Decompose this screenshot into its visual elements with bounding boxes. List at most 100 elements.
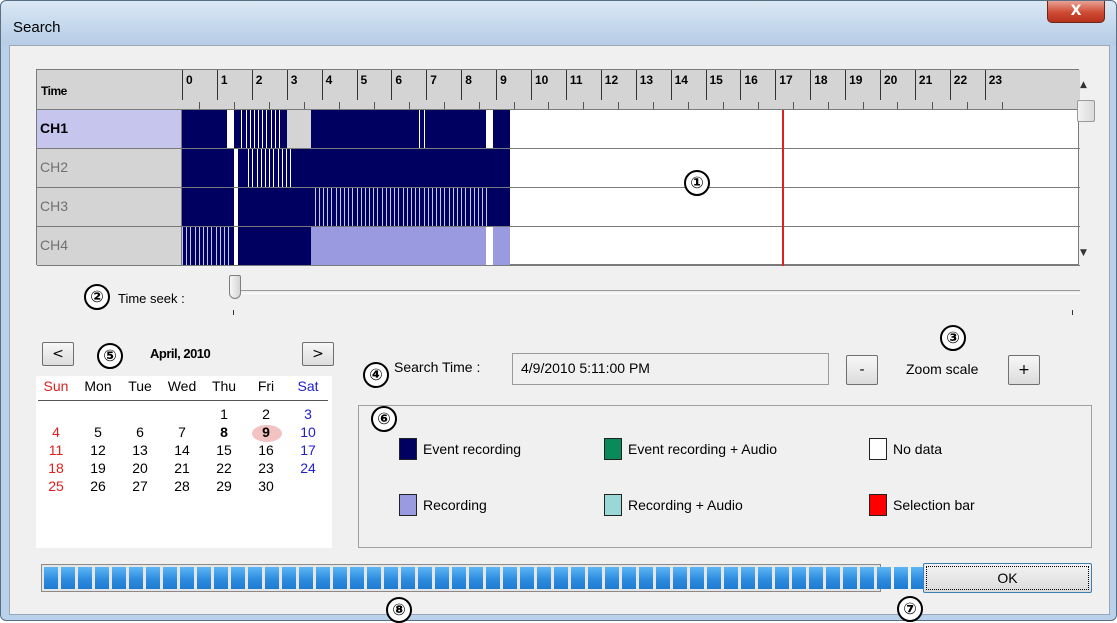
scroll-up-arrow-icon[interactable]: ▲	[1080, 80, 1087, 90]
event-stripe	[252, 149, 254, 187]
hour-label: 9	[500, 73, 507, 87]
channel-label[interactable]: CH2	[37, 149, 182, 187]
callout-4: ④	[363, 362, 389, 388]
calendar-day[interactable]: 17	[288, 442, 328, 458]
next-month-button[interactable]: >	[302, 342, 334, 366]
calendar-day[interactable]: 25	[36, 478, 76, 494]
hour-label: 23	[988, 73, 1003, 87]
callout-2: ②	[84, 284, 110, 310]
calendar-day[interactable]: 20	[120, 460, 160, 476]
hour-tick	[600, 70, 602, 100]
calendar-day[interactable]: 10	[288, 424, 328, 440]
event-stripe	[486, 188, 488, 226]
calendar-day[interactable]: 19	[78, 460, 118, 476]
calendar-day[interactable]: 4	[36, 424, 76, 440]
recording-segment	[311, 188, 490, 226]
event-stripe	[373, 188, 375, 226]
weekday-label: Thu	[211, 378, 237, 394]
calendar-day[interactable]: 7	[162, 424, 202, 440]
time-header-label: Time	[41, 84, 67, 98]
channel-row[interactable]: CH1	[37, 110, 1080, 149]
hour-tick	[356, 70, 358, 100]
calendar-day[interactable]: 22	[204, 460, 244, 476]
progress-block	[367, 567, 381, 589]
hour-label: 3	[290, 73, 298, 87]
calendar-day[interactable]: 27	[120, 478, 160, 494]
event-stripe	[262, 110, 264, 148]
minor-tick	[757, 102, 759, 109]
calendar-day[interactable]: 26	[78, 478, 118, 494]
ok-button[interactable]: OK	[923, 563, 1092, 593]
calendar-day[interactable]: 3	[288, 406, 328, 422]
weekday-label: Fri	[257, 378, 275, 394]
weekday-label: Sat	[297, 378, 319, 394]
progress-block	[163, 567, 177, 589]
zoom-out-button[interactable]: -	[846, 355, 878, 385]
progress-block	[877, 567, 891, 589]
recording-timeline[interactable]: Time 0 1 2 3 4 5 6 7 8 9 10 11 12 13 14 15 16 17 18 19 20 21 2…	[36, 69, 1095, 266]
hour-tick	[321, 70, 323, 100]
channel-label[interactable]: CH1	[37, 110, 182, 148]
event-stripe	[202, 227, 204, 265]
calendar-day[interactable]: 5	[78, 424, 118, 440]
hour-tick	[670, 70, 672, 100]
prev-month-button[interactable]: <	[42, 342, 74, 366]
zoom-in-button[interactable]: +	[1008, 355, 1040, 385]
time-seek-thumb[interactable]	[229, 275, 241, 299]
callout-5: ⑤	[97, 343, 123, 369]
calendar-day[interactable]: 16	[246, 442, 286, 458]
calendar-day[interactable]: 18	[36, 460, 76, 476]
channel-row[interactable]: CH2	[37, 149, 1080, 188]
calendar-day[interactable]: 6	[120, 424, 160, 440]
event-stripe	[431, 188, 433, 226]
event-stripe	[473, 188, 475, 226]
event-stripe	[260, 149, 262, 187]
event-stripe	[356, 188, 358, 226]
channel-row[interactable]: CH4	[37, 227, 1080, 266]
calendar-day[interactable]: 13	[120, 442, 160, 458]
event-stripe	[274, 110, 276, 148]
channel-label[interactable]: CH3	[37, 188, 182, 226]
channel-row[interactable]: CH3	[37, 188, 1080, 227]
event-stripe	[277, 149, 279, 187]
calendar-day[interactable]: 11	[36, 442, 76, 458]
event-stripe	[182, 227, 183, 265]
event-stripe	[335, 188, 337, 226]
progress-block	[180, 567, 194, 589]
calendar-day[interactable]: 14	[162, 442, 202, 458]
event-stripe	[444, 188, 446, 226]
calendar-day[interactable]: 28	[162, 478, 202, 494]
hour-tick	[565, 70, 567, 100]
calendar-day[interactable]: 1	[204, 406, 244, 422]
calendar-day[interactable]: 2	[246, 406, 286, 422]
event-stripe	[419, 188, 421, 226]
calendar-day[interactable]: 9	[246, 424, 286, 440]
progress-block	[707, 567, 721, 589]
zoom-scale-label: Zoom scale	[906, 361, 979, 377]
calendar-day[interactable]: 21	[162, 460, 202, 476]
recording-segment	[311, 110, 486, 148]
progress-block	[282, 567, 296, 589]
calendar-day[interactable]: 15	[204, 442, 244, 458]
time-seek-slider[interactable]	[235, 290, 1080, 294]
calendar-day[interactable]: 29	[204, 478, 244, 494]
event-stripe	[241, 110, 243, 148]
scroll-down-arrow-icon[interactable]: ▼	[1080, 248, 1087, 258]
hour-label: 1	[220, 73, 228, 87]
hour-tick	[845, 70, 847, 100]
close-button[interactable]: X	[1047, 1, 1105, 23]
calendar-day[interactable]: 23	[246, 460, 286, 476]
calendar-day[interactable]: 24	[288, 460, 328, 476]
calendar-day[interactable]: 12	[78, 442, 118, 458]
scroll-thumb[interactable]	[1077, 100, 1095, 122]
search-time-field[interactable]: 4/9/2010 5:11:00 PM	[512, 353, 829, 385]
selection-bar[interactable]	[782, 110, 785, 266]
timeline-scrollbar[interactable]: ▲ ▼	[1072, 70, 1100, 266]
calendar-day[interactable]: 8	[204, 424, 244, 440]
event-stripe	[281, 149, 283, 187]
calendar-day[interactable]: 30	[246, 478, 286, 494]
progress-block	[95, 567, 109, 589]
legend-label: Selection bar	[893, 497, 975, 513]
hour-label: 12	[604, 73, 619, 87]
channel-label[interactable]: CH4	[37, 227, 182, 265]
